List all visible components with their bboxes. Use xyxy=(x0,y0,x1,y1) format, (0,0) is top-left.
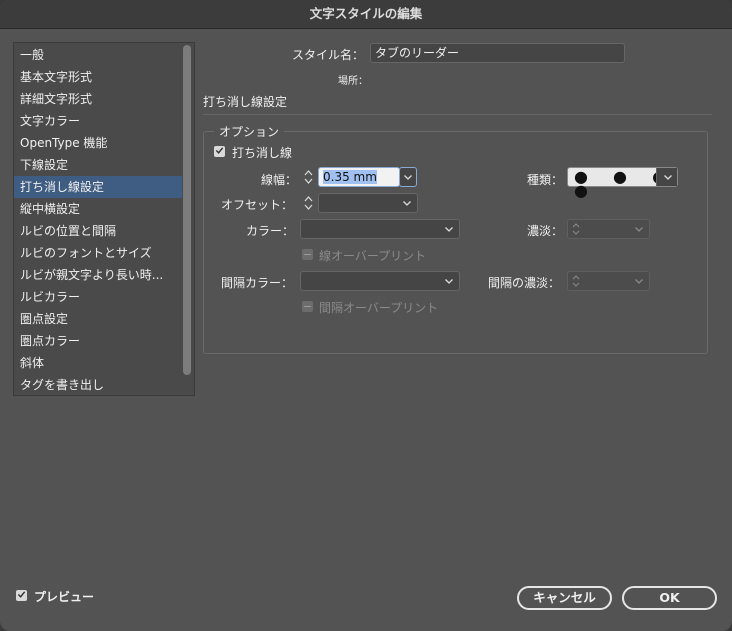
overprint-gap-checkbox[interactable] xyxy=(302,301,313,312)
offset-label: オフセット： xyxy=(221,198,294,212)
tint-stepper-icon[interactable] xyxy=(571,222,581,236)
weight-label: 線幅： xyxy=(261,173,298,187)
sidebar-item-tate-chu-yoko[interactable]: 縦中横設定 xyxy=(14,198,182,220)
style-name-label: スタイル名： xyxy=(292,48,365,62)
tint-combo[interactable] xyxy=(567,219,650,239)
sidebar-item-export-tagging[interactable]: タグを書き出し xyxy=(14,374,182,396)
sidebar-item-ruby-position[interactable]: ルビの位置と間隔 xyxy=(14,220,182,242)
weight-dropdown-button[interactable] xyxy=(399,167,417,187)
category-list[interactable]: 一般 基本文字形式 詳細文字形式 文字カラー OpenType 機能 下線設定 … xyxy=(13,42,195,396)
gap-color-label: 間隔カラー： xyxy=(221,276,294,290)
sidebar-item-ruby-font-size[interactable]: ルビのフォントとサイズ xyxy=(14,242,182,264)
sidebar-item-strikethrough[interactable]: 打ち消し線設定 xyxy=(14,176,182,198)
gap-tint-label: 間隔の濃淡： xyxy=(488,276,561,290)
type-select[interactable]: ● ● ● ● xyxy=(567,167,678,199)
checkmark-icon xyxy=(17,591,26,598)
strikethrough-checkbox[interactable] xyxy=(214,146,225,157)
gap-tint-combo[interactable] xyxy=(567,271,650,291)
sidebar-item-basic-character-formats[interactable]: 基本文字形式 xyxy=(14,66,182,88)
sidebar-item-ruby-color[interactable]: ルビカラー xyxy=(14,286,182,308)
chevron-down-icon xyxy=(664,175,672,180)
chevron-down-icon xyxy=(445,227,453,232)
sidebar-item-general[interactable]: 一般 xyxy=(14,44,182,66)
sidebar-item-character-color[interactable]: 文字カラー xyxy=(14,110,182,132)
type-dropdown-button[interactable] xyxy=(656,168,677,186)
unchecked-dash xyxy=(304,254,311,255)
preview-label: プレビュー xyxy=(34,590,95,604)
dialog-title: 文字スタイルの編集 xyxy=(0,0,732,29)
sidebar-item-ruby-overhang[interactable]: ルビが親文字より長い時... xyxy=(14,264,182,286)
type-label: 種類： xyxy=(527,173,564,187)
overprint-stroke-label: 線オーバープリント xyxy=(319,249,427,263)
chevron-down-icon xyxy=(403,201,411,206)
style-name-input[interactable]: タブのリーダー xyxy=(370,43,625,63)
unchecked-dash xyxy=(304,306,311,307)
dialog-window: 文字スタイルの編集 一般 基本文字形式 詳細文字形式 文字カラー OpenTyp… xyxy=(0,0,732,631)
offset-input[interactable] xyxy=(318,193,418,213)
preview-checkbox[interactable] xyxy=(16,590,27,601)
sidebar-scrollbar[interactable] xyxy=(183,45,191,375)
strikethrough-label: 打ち消し線 xyxy=(232,146,293,160)
chevron-down-icon xyxy=(635,227,643,232)
chevron-down-icon xyxy=(445,279,453,284)
sidebar-item-underline[interactable]: 下線設定 xyxy=(14,154,182,176)
weight-stepper-icon[interactable] xyxy=(302,167,315,187)
location-label: 場所： xyxy=(338,76,368,87)
overprint-gap-label: 間隔オーバープリント xyxy=(319,301,439,315)
offset-stepper-icon[interactable] xyxy=(302,193,315,213)
gap-color-select[interactable] xyxy=(300,271,460,291)
overprint-stroke-checkbox[interactable] xyxy=(302,249,313,260)
color-label: カラー： xyxy=(246,224,295,238)
sidebar-item-advanced-character-formats[interactable]: 詳細文字形式 xyxy=(14,88,182,110)
options-group-label: オプション xyxy=(214,123,285,140)
section-divider xyxy=(203,114,712,115)
options-group xyxy=(203,131,708,354)
ok-button[interactable]: OK xyxy=(622,586,717,610)
tint-label: 濃淡： xyxy=(527,224,564,238)
checkmark-icon xyxy=(215,147,224,154)
chevron-down-icon xyxy=(635,279,643,284)
sidebar-item-kenten[interactable]: 圏点設定 xyxy=(14,308,182,330)
sidebar-item-oblique[interactable]: 斜体 xyxy=(14,352,182,374)
cancel-button[interactable]: キャンセル xyxy=(517,586,612,610)
gap-tint-stepper-icon[interactable] xyxy=(571,274,581,288)
chevron-down-icon xyxy=(404,175,412,180)
sidebar-item-opentype[interactable]: OpenType 機能 xyxy=(14,132,182,154)
section-title: 打ち消し線設定 xyxy=(203,95,288,109)
color-select[interactable] xyxy=(300,219,460,239)
sidebar-item-kenten-color[interactable]: 圏点カラー xyxy=(14,330,182,352)
weight-input[interactable]: 0.35 mm xyxy=(318,167,400,187)
